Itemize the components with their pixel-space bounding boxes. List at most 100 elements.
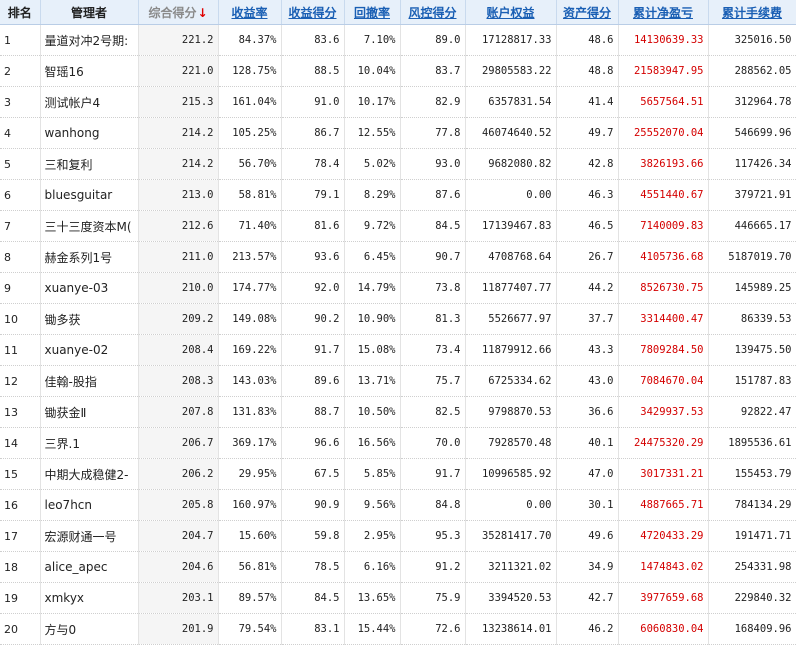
cell-drawdown: 10.04% (344, 55, 401, 87)
total-score-label: 综合得分 (148, 5, 197, 20)
cell-rank: 10 (0, 303, 41, 335)
cell-asset-score: 37.7 (556, 303, 619, 335)
cell-risk-score: 75.9 (400, 582, 466, 614)
cell-equity: 5526677.97 (465, 303, 557, 335)
cell-return-score: 78.5 (281, 551, 345, 583)
cell-return-rate: 143.03% (218, 365, 282, 397)
cell-equity: 0.00 (465, 489, 557, 521)
cell-equity: 3394520.53 (465, 582, 557, 614)
cell-manager[interactable]: 智瑶16 (40, 55, 139, 87)
cell-manager[interactable]: 宏源财通一号 (40, 520, 139, 552)
cell-manager[interactable]: 测试帐户4 (40, 86, 139, 118)
cell-manager[interactable]: 方与0 (40, 613, 139, 645)
cell-rank: 11 (0, 334, 41, 366)
cell-total-score: 206.2 (138, 458, 219, 490)
cell-drawdown: 9.56% (344, 489, 401, 521)
col-total-score-header[interactable]: 综合得分↓ (138, 0, 219, 25)
cell-total-score: 215.3 (138, 86, 219, 118)
cell-equity: 35281417.70 (465, 520, 557, 552)
cell-return-score: 90.2 (281, 303, 345, 335)
cell-rank: 9 (0, 272, 41, 304)
cell-return-rate: 128.75% (218, 55, 282, 87)
cell-manager[interactable]: 赫金系列1号 (40, 241, 139, 273)
cell-manager[interactable]: 量道对冲2号期: (40, 24, 139, 56)
cell-manager[interactable]: wanhong (40, 117, 139, 149)
cell-manager[interactable]: 中期大成稳健2- (40, 458, 139, 490)
cell-risk-score: 87.6 (400, 179, 466, 211)
cell-return-score: 90.9 (281, 489, 345, 521)
cell-manager[interactable]: alice_apec (40, 551, 139, 583)
cell-drawdown: 13.71% (344, 365, 401, 397)
cell-risk-score: 73.4 (400, 334, 466, 366)
col-cum-pnl-header[interactable]: 累计净盈亏 (618, 0, 709, 25)
col-return-rate-header[interactable]: 收益率 (218, 0, 282, 25)
cell-return-rate: 84.37% (218, 24, 282, 56)
cell-total-score: 208.4 (138, 334, 219, 366)
cell-cum-pnl: 14130639.33 (618, 24, 709, 56)
cell-asset-score: 46.5 (556, 210, 619, 242)
cell-cum-pnl: 3977659.68 (618, 582, 709, 614)
cell-equity: 9682080.82 (465, 148, 557, 180)
cell-equity: 46074640.52 (465, 117, 557, 149)
col-drawdown-header[interactable]: 回撤率 (344, 0, 401, 25)
cell-rank: 7 (0, 210, 41, 242)
cell-risk-score: 82.9 (400, 86, 466, 118)
cell-cum-pnl: 4551440.67 (618, 179, 709, 211)
cell-rank: 4 (0, 117, 41, 149)
cell-cum-pnl: 7084670.04 (618, 365, 709, 397)
cell-drawdown: 8.29% (344, 179, 401, 211)
cell-cum-fee: 92822.47 (708, 396, 796, 428)
table-row: 6 bluesguitar 213.0 58.81% 79.1 8.29% 87.6 0.00… (0, 179, 796, 211)
cell-manager[interactable]: leo7hcn (40, 489, 139, 521)
cell-cum-pnl: 4720433.29 (618, 520, 709, 552)
cell-manager[interactable]: 三十三度资本M( (40, 210, 139, 242)
cell-manager[interactable]: 三界.1 (40, 427, 139, 459)
col-cum-fee-header[interactable]: 累计手续费 (708, 0, 796, 25)
cell-equity: 17128817.33 (465, 24, 557, 56)
cell-rank: 19 (0, 582, 41, 614)
cell-asset-score: 49.7 (556, 117, 619, 149)
cell-cum-fee: 86339.53 (708, 303, 796, 335)
cell-cum-pnl: 25552070.04 (618, 117, 709, 149)
cell-risk-score: 93.0 (400, 148, 466, 180)
cell-equity: 6725334.62 (465, 365, 557, 397)
cell-cum-fee: 229840.32 (708, 582, 796, 614)
cell-cum-pnl: 3826193.66 (618, 148, 709, 180)
cell-return-rate: 89.57% (218, 582, 282, 614)
cell-risk-score: 70.0 (400, 427, 466, 459)
cell-manager[interactable]: bluesguitar (40, 179, 139, 211)
cell-total-score: 221.2 (138, 24, 219, 56)
cell-risk-score: 89.0 (400, 24, 466, 56)
cell-manager[interactable]: xmkyx (40, 582, 139, 614)
cell-manager[interactable]: xuanye-03 (40, 272, 139, 304)
cell-return-score: 83.1 (281, 613, 345, 645)
table-body: 1 量道对冲2号期: 221.2 84.37% 83.6 7.10% 89.0 1712881… (0, 24, 796, 645)
table-row: 14 三界.1 206.7 369.17% 96.6 16.56% 70.0 7928570.… (0, 427, 796, 459)
col-return-score-header[interactable]: 收益得分 (281, 0, 345, 25)
cell-manager[interactable]: 锄多获 (40, 303, 139, 335)
cell-rank: 15 (0, 458, 41, 490)
col-equity-header[interactable]: 账户权益 (465, 0, 557, 25)
cell-return-score: 81.6 (281, 210, 345, 242)
cell-drawdown: 10.17% (344, 86, 401, 118)
cell-manager[interactable]: xuanye-02 (40, 334, 139, 366)
col-risk-score-header[interactable]: 风控得分 (400, 0, 466, 25)
cell-total-score: 206.7 (138, 427, 219, 459)
cell-manager[interactable]: 三和复利 (40, 148, 139, 180)
col-asset-score-header[interactable]: 资产得分 (556, 0, 619, 25)
cell-total-score: 221.0 (138, 55, 219, 87)
table-row: 12 佳翰-股指 208.3 143.03% 89.6 13.71% 75.7 6725334… (0, 365, 796, 397)
cell-asset-score: 48.6 (556, 24, 619, 56)
cell-rank: 6 (0, 179, 41, 211)
cell-equity: 13238614.01 (465, 613, 557, 645)
cell-risk-score: 84.8 (400, 489, 466, 521)
cell-manager[interactable]: 佳翰-股指 (40, 365, 139, 397)
cell-cum-pnl: 1474843.02 (618, 551, 709, 583)
cell-equity: 11879912.66 (465, 334, 557, 366)
cell-equity: 17139467.83 (465, 210, 557, 242)
cell-asset-score: 40.1 (556, 427, 619, 459)
cell-asset-score: 46.2 (556, 613, 619, 645)
cell-manager[interactable]: 锄获金Ⅱ (40, 396, 139, 428)
cell-drawdown: 16.56% (344, 427, 401, 459)
table-row: 15 中期大成稳健2- 206.2 29.95% 67.5 5.85% 91.7 109965… (0, 458, 796, 490)
